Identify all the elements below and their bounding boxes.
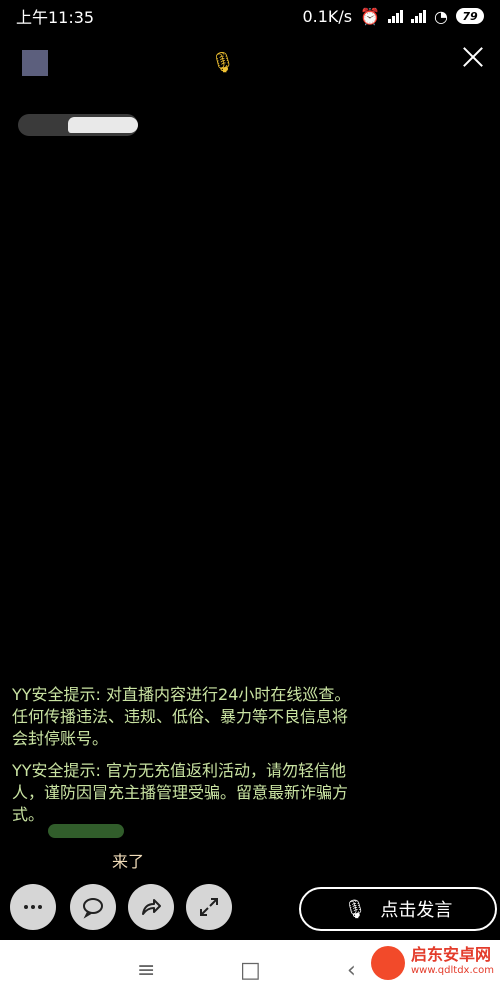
speak-button[interactable]: 🎙 点击发言 <box>299 887 497 931</box>
watermark: 启东安卓网 www.qdltdx.com <box>371 946 494 980</box>
chat-area: YY安全提示: 对直播内容进行24小时在线巡查。任何传播违法、违规、低俗、暴力等… <box>12 684 352 836</box>
top-bar: 🎙 <box>0 36 500 90</box>
speak-label: 点击发言 <box>380 900 453 921</box>
watermark-logo <box>371 946 405 980</box>
home-square-icon[interactable]: □ <box>240 958 261 983</box>
expand-button[interactable] <box>186 884 232 930</box>
avatar[interactable] <box>22 50 48 76</box>
signal-icon <box>388 9 404 23</box>
mic-icon: 🎙 <box>343 898 367 920</box>
battery-icon: 79 <box>456 8 484 24</box>
chat-button[interactable] <box>70 884 116 930</box>
watermark-url: www.qdltdx.com <box>411 965 494 976</box>
share-button[interactable] <box>128 884 174 930</box>
back-icon[interactable]: ‹ <box>347 958 356 983</box>
signal-icon <box>411 9 427 23</box>
mic-people-icon[interactable]: 🎙 <box>210 50 235 74</box>
share-icon <box>142 899 161 915</box>
status-time: 上午11:35 <box>16 8 95 27</box>
redacted-label <box>18 114 138 136</box>
action-bar: 🎙 点击发言 <box>0 883 500 933</box>
chat-message: YY安全提示: 对直播内容进行24小时在线巡查。任何传播违法、违规、低俗、暴力等… <box>12 685 351 748</box>
more-button[interactable] <box>10 884 56 930</box>
status-bar: 上午11:35 0.1K/s ⏰ ◔ 79 <box>0 0 500 32</box>
more-icon <box>24 905 42 909</box>
redacted-username <box>48 824 124 838</box>
chat-bubble-icon <box>83 898 103 919</box>
chat-message: YY安全提示: 官方无充值返利活动，请勿轻信他人，谨防因冒充主播管理受骗。留意最… <box>12 761 349 824</box>
menu-icon[interactable]: ≡ <box>137 958 155 983</box>
alarm-off-icon: ⏰ <box>360 6 381 26</box>
wifi-icon: ◔ <box>434 6 448 26</box>
net-speed: 0.1K/s <box>302 6 353 26</box>
expand-icon <box>200 898 218 916</box>
close-icon[interactable] <box>458 42 488 72</box>
arrival-text: 来了 <box>112 852 145 871</box>
watermark-title: 启东安卓网 <box>411 945 492 964</box>
